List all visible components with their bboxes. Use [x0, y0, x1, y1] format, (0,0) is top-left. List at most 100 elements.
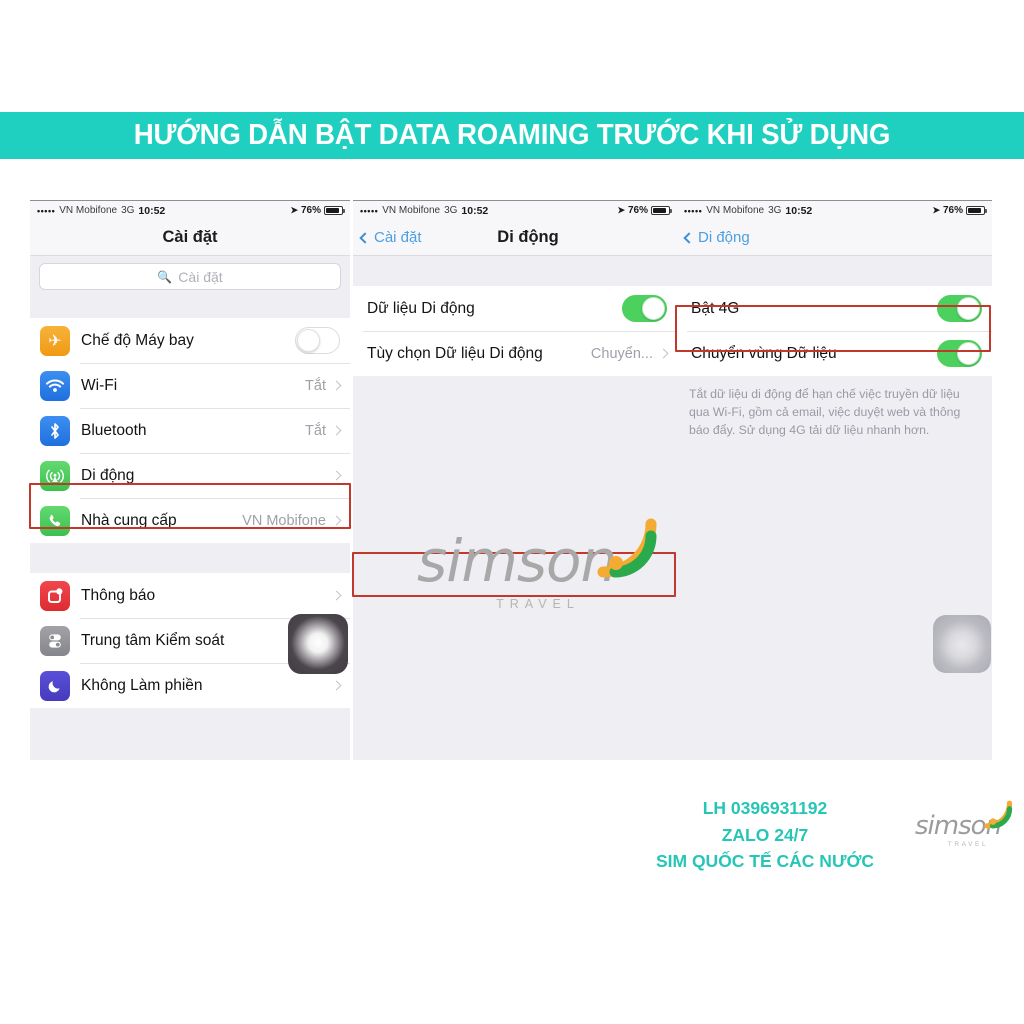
battery-icon [651, 206, 672, 215]
row-notifications[interactable]: Thông báo [30, 573, 350, 618]
row-cellular[interactable]: Di động [30, 453, 350, 498]
search-input[interactable]: 🔍 Cài đặt [39, 263, 341, 290]
location-arrow-icon: ➤ [932, 205, 940, 215]
row-data-roaming[interactable]: Chuyển vùng Dữ liệu [677, 331, 992, 376]
network-type-label: 3G [121, 205, 135, 216]
chevron-right-icon [331, 590, 342, 601]
airplane-mode-toggle[interactable] [295, 327, 340, 354]
cellular-data-toggle[interactable] [622, 295, 667, 322]
chevron-right-icon [331, 380, 342, 391]
control-center-icon [40, 625, 70, 656]
chevron-right-icon [331, 680, 342, 691]
row-label: Di động [81, 466, 135, 484]
status-bar: ••••• VN Mobifone 3G 10:52 ➤ 76% [677, 200, 992, 220]
row-label: Chuyển vùng Dữ liệu [691, 344, 837, 362]
banner-title: HƯỚNG DẪN BẬT DATA ROAMING TRƯỚC KHI SỬ … [133, 119, 891, 151]
header-banner: HƯỚNG DẪN BẬT DATA ROAMING TRƯỚC KHI SỬ … [0, 112, 1024, 159]
row-carrier[interactable]: Nhà cung cấp VN Mobifone [30, 498, 350, 543]
airplane-icon: ✈ [40, 325, 70, 356]
row-value: Tắt [305, 377, 326, 394]
group-separator [30, 298, 350, 318]
list-bottom-filler [677, 453, 992, 760]
location-arrow-icon: ➤ [617, 205, 625, 215]
row-label: Bật 4G [691, 299, 740, 317]
data-options-description: Tắt dữ liệu di động để hạn chế việc truy… [677, 376, 992, 454]
row-label: Dữ liệu Di động [367, 299, 475, 317]
contact-block: LH 0396931192 ZALO 24/7 SIM QUỐC TẾ CÁC … [620, 795, 910, 875]
chevron-left-icon [683, 231, 695, 244]
row-cellular-data[interactable]: Dữ liệu Di động [353, 286, 677, 331]
clock-label: 10:52 [461, 204, 489, 217]
row-label: Trung tâm Kiểm soát [81, 631, 225, 649]
row-label: Không Làm phiền [81, 676, 203, 694]
signal-dots-icon: ••••• [684, 205, 703, 216]
row-label: Thông báo [81, 586, 156, 604]
row-label: Bluetooth [81, 421, 147, 439]
phone-screen-data-options: ••••• VN Mobifone 3G 10:52 ➤ 76% Di động [677, 200, 992, 760]
clock-label: 10:52 [785, 204, 813, 217]
row-value: Chuyển... [590, 345, 653, 362]
signal-arc-icon [597, 518, 657, 578]
row-bluetooth[interactable]: Bluetooth Tắt [30, 408, 350, 453]
chevron-left-icon [359, 231, 371, 244]
wifi-icon [40, 370, 70, 401]
row-airplane-mode[interactable]: ✈ Chế độ Máy bay [30, 318, 350, 363]
network-type-label: 3G [444, 205, 458, 216]
contact-phone: LH 0396931192 [702, 798, 828, 818]
watermark-subtitle: TRAVEL [496, 597, 580, 611]
nav-bar: Di động [677, 220, 992, 256]
list-bottom-filler [30, 708, 350, 760]
group-separator [677, 256, 992, 286]
data-roaming-toggle[interactable] [937, 340, 982, 367]
nav-bar: Cài đặt Di động [353, 220, 677, 256]
status-bar: ••••• VN Mobifone 3G 10:52 ➤ 76% [30, 200, 350, 220]
battery-icon [966, 206, 987, 215]
row-enable-4g[interactable]: Bật 4G [677, 286, 992, 331]
watermark-center: simson TRAVEL [417, 518, 667, 611]
footer-logo: simson TRAVEL [915, 800, 1024, 848]
nav-bar: Cài đặt [30, 220, 350, 256]
notifications-icon [40, 580, 70, 611]
signal-dots-icon: ••••• [360, 205, 379, 216]
data-options-group: Bật 4G Chuyển vùng Dữ liệu [677, 286, 992, 376]
carrier-label: VN Mobifone [706, 205, 765, 216]
phone-screen-cellular: ••••• VN Mobifone 3G 10:52 ➤ 76% Cài đặt… [353, 200, 677, 760]
row-label: Chế độ Máy bay [81, 331, 194, 349]
row-wifi[interactable]: Wi-Fi Tắt [30, 363, 350, 408]
bluetooth-icon [40, 415, 70, 446]
back-label: Di động [698, 229, 750, 246]
phone-screen-settings: ••••• VN Mobifone 3G 10:52 ➤ 76% Cài đặt… [30, 200, 350, 760]
camera-glare-light [933, 615, 991, 673]
contact-zalo: ZALO 24/7 [721, 824, 809, 845]
search-container: 🔍 Cài đặt [30, 256, 350, 298]
signal-dots-icon: ••••• [37, 205, 56, 216]
chevron-right-icon [658, 348, 669, 359]
contact-service: SIM QUỐC TẾ CÁC NƯỚC [655, 851, 875, 872]
back-button[interactable]: Cài đặt [359, 229, 422, 246]
status-bar: ••••• VN Mobifone 3G 10:52 ➤ 76% [353, 200, 677, 220]
poster-canvas: HƯỚNG DẪN BẬT DATA ROAMING TRƯỚC KHI SỬ … [0, 0, 1024, 1024]
footer-logo-subtitle: TRAVEL [947, 841, 989, 848]
signal-arc-icon [984, 800, 1013, 829]
carrier-label: VN Mobifone [59, 205, 118, 216]
settings-group-connectivity: ✈ Chế độ Máy bay Wi-Fi Tắt Bluetooth Tắt… [30, 318, 350, 543]
row-label: Tùy chọn Dữ liệu Di động [367, 344, 543, 362]
row-value: VN Mobifone [242, 512, 326, 529]
battery-icon [324, 206, 345, 215]
group-separator [353, 256, 677, 286]
cellular-group: Dữ liệu Di động Tùy chọn Dữ liệu Di động… [353, 286, 677, 376]
row-label: Nhà cung cấp [81, 511, 177, 529]
battery-percent-label: 76% [627, 205, 648, 216]
camera-glare-dark [288, 614, 348, 674]
location-arrow-icon: ➤ [290, 205, 298, 215]
back-button[interactable]: Di động [683, 229, 750, 246]
battery-percent-label: 76% [300, 205, 321, 216]
enable-4g-toggle[interactable] [937, 295, 982, 322]
back-label: Cài đặt [374, 229, 422, 246]
cellular-icon [40, 460, 70, 491]
row-cellular-data-options[interactable]: Tùy chọn Dữ liệu Di động Chuyển... [353, 331, 677, 376]
network-type-label: 3G [768, 205, 782, 216]
chevron-right-icon [331, 470, 342, 481]
phone-icon [40, 505, 70, 536]
battery-percent-label: 76% [942, 205, 963, 216]
